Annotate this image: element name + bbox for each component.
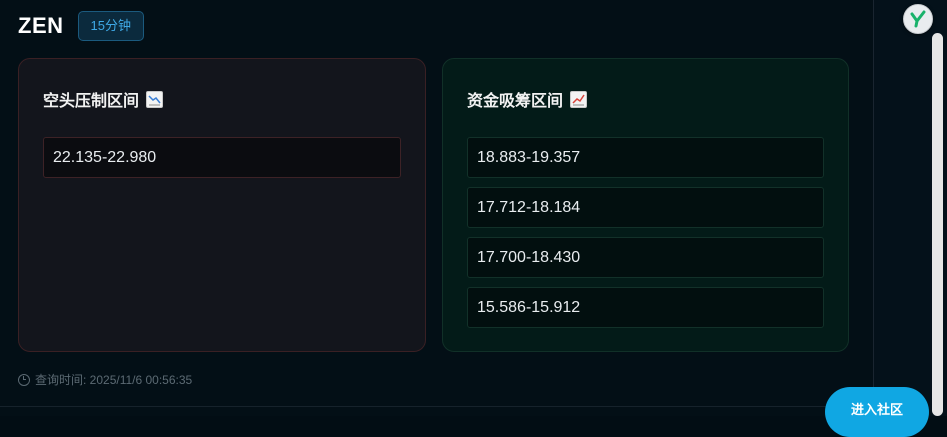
short-card-title-text: 空头压制区间 bbox=[43, 93, 140, 110]
long-card-title: 资金吸筹区间 bbox=[467, 87, 588, 111]
app-logo-button[interactable] bbox=[903, 4, 933, 34]
query-time: 查询时间: 2025/11/6 00:56:35 bbox=[18, 371, 192, 388]
short-pressure-card: 空头压制区间 22.135-22.980 bbox=[18, 58, 426, 352]
chart-decreasing-icon bbox=[146, 90, 164, 108]
long-range-item: 17.700-18.430 bbox=[467, 237, 824, 278]
header: ZEN 15分钟 bbox=[18, 11, 144, 41]
long-range-item: 18.883-19.357 bbox=[467, 137, 824, 178]
scrollbar-thumb[interactable] bbox=[932, 33, 943, 416]
main-panel: ZEN 15分钟 空头压制区间 22.135-22.980 资金吸筹区间 18.… bbox=[0, 0, 873, 416]
logo-icon bbox=[910, 10, 926, 28]
accumulation-card: 资金吸筹区间 18.883-19.357 17.712-18.184 17.70… bbox=[442, 58, 849, 352]
chart-increasing-icon bbox=[570, 90, 588, 108]
enter-community-button[interactable]: 进入社区 bbox=[825, 387, 929, 437]
clock-icon bbox=[18, 373, 30, 386]
timeframe-badge[interactable]: 15分钟 bbox=[77, 11, 144, 41]
divider bbox=[0, 406, 873, 407]
symbol-title: ZEN bbox=[18, 13, 64, 38]
long-range-item: 17.712-18.184 bbox=[467, 187, 824, 228]
query-time-text: 查询时间: 2025/11/6 00:56:35 bbox=[35, 373, 193, 387]
short-card-title: 空头压制区间 bbox=[43, 87, 164, 111]
long-card-title-text: 资金吸筹区间 bbox=[467, 93, 564, 110]
short-range-item: 22.135-22.980 bbox=[43, 137, 401, 178]
long-range-item: 15.586-15.912 bbox=[467, 287, 824, 328]
